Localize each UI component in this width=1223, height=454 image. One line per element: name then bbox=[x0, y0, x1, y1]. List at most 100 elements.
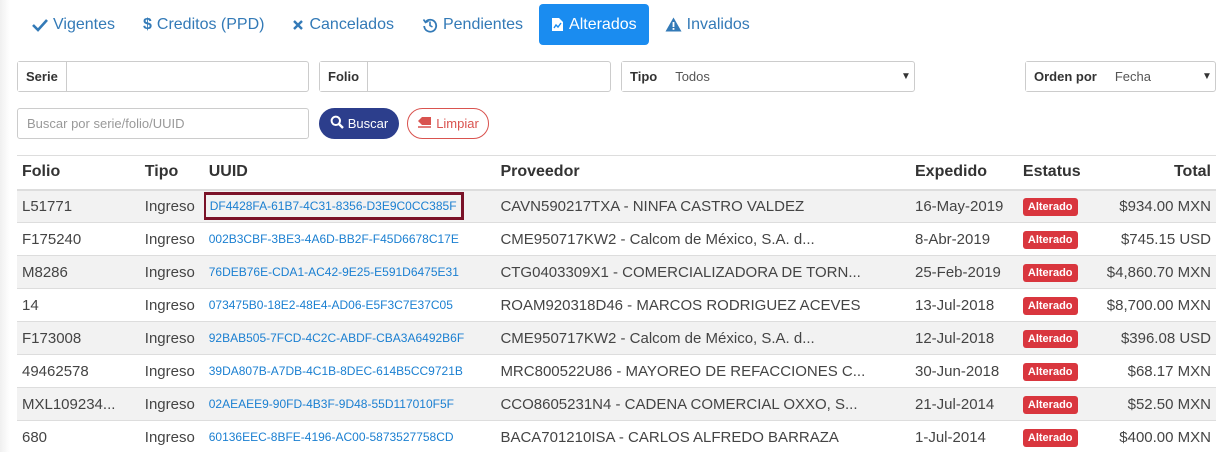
folio-cell: F173008 bbox=[17, 321, 140, 355]
tipo-label: Tipo bbox=[622, 62, 666, 91]
orden-label: Orden por bbox=[1026, 62, 1105, 91]
tipo-cell: Ingreso bbox=[139, 189, 204, 223]
serie-input[interactable] bbox=[67, 62, 308, 91]
tab-label: Cancelados bbox=[309, 15, 394, 33]
status-badge: Alterado bbox=[1022, 428, 1078, 447]
proveedor-cell: BACA701210ISA - CARLOS ALFREDO BARRAZA bbox=[495, 420, 910, 454]
table-row[interactable]: F175240 Ingreso 002B3CBF-3BE3-4A6D-BB2F-… bbox=[17, 222, 1216, 256]
column-header-uuid[interactable]: UUID bbox=[203, 155, 496, 191]
file-alert-icon bbox=[551, 17, 564, 32]
total-cell: $396.08 USD bbox=[1101, 321, 1216, 355]
column-header-expedido[interactable]: Expedido bbox=[910, 155, 1018, 191]
status-badge: Alterado bbox=[1022, 197, 1078, 216]
folio-field: Folio bbox=[319, 61, 611, 92]
tipo-select[interactable]: Tipo Todos ▼ bbox=[621, 61, 915, 92]
expedido-cell: 21-Jul-2014 bbox=[910, 387, 1018, 421]
proveedor-cell: CAVN590217TXA - NINFA CASTRO VALDEZ bbox=[495, 189, 910, 223]
times-icon bbox=[292, 19, 304, 31]
tipo-cell: Ingreso bbox=[139, 321, 204, 355]
check-icon bbox=[32, 18, 48, 32]
tipo-cell: Ingreso bbox=[139, 222, 204, 256]
column-header-total[interactable]: Total bbox=[1101, 155, 1216, 191]
tab-alterados[interactable]: Alterados bbox=[539, 4, 649, 45]
table-row[interactable]: F173008 Ingreso 92BAB505-7FCD-4C2C-ABDF-… bbox=[17, 321, 1216, 355]
folio-input[interactable] bbox=[368, 62, 610, 91]
tab-cancelados[interactable]: Cancelados bbox=[280, 4, 406, 45]
total-cell: $745.15 USD bbox=[1101, 222, 1216, 256]
tipo-cell: Ingreso bbox=[139, 255, 204, 289]
total-cell: $934.00 MXN bbox=[1101, 189, 1216, 223]
folio-cell: MXL109234... bbox=[17, 387, 140, 421]
tab-pendientes[interactable]: Pendientes bbox=[410, 4, 535, 45]
table-row[interactable]: 680 Ingreso 60136EEC-8BFE-4196-AC00-5873… bbox=[17, 420, 1216, 454]
estatus-cell: Alterado bbox=[1017, 354, 1102, 388]
column-header-folio[interactable]: Folio bbox=[17, 155, 140, 191]
folio-cell: F175240 bbox=[17, 222, 140, 256]
status-badge: Alterado bbox=[1022, 395, 1078, 414]
table-row[interactable]: 49462578 Ingreso 39DA807B-A7DB-4C1B-8DEC… bbox=[17, 354, 1216, 388]
expedido-cell: 13-Jul-2018 bbox=[910, 288, 1018, 322]
total-cell: $52.50 MXN bbox=[1101, 387, 1216, 421]
table-row[interactable]: 14 Ingreso 073475B0-18E2-48E4-AD06-E5F3C… bbox=[17, 288, 1216, 322]
serie-field: Serie bbox=[17, 61, 309, 92]
uuid-link[interactable]: 92BAB505-7FCD-4C2C-ABDF-CBA3A6492B6F bbox=[203, 321, 496, 355]
tab-label: Creditos (PPD) bbox=[156, 15, 265, 33]
tab-label: Pendientes bbox=[442, 15, 524, 33]
search-icon bbox=[330, 115, 348, 132]
folio-cell: 49462578 bbox=[17, 354, 140, 388]
expedido-cell: 30-Jun-2018 bbox=[910, 354, 1018, 388]
search-button[interactable]: Buscar bbox=[319, 108, 399, 139]
table-row[interactable]: M8286 Ingreso 76DEB76E-CDA1-AC42-9E25-E5… bbox=[17, 255, 1216, 289]
search-button-label: Buscar bbox=[347, 116, 389, 131]
estatus-cell: Alterado bbox=[1017, 189, 1102, 223]
proveedor-cell: CCO8605231N4 - CADENA COMERCIAL OXXO, S.… bbox=[495, 387, 910, 421]
status-badge: Alterado bbox=[1022, 230, 1078, 249]
estatus-cell: Alterado bbox=[1017, 387, 1102, 421]
status-tabs: Vigentes $ Creditos (PPD) Cancelados Pen… bbox=[20, 4, 766, 45]
table-row[interactable]: L51771 Ingreso DF4428FA-61B7-4C31-8356-D… bbox=[17, 189, 1216, 223]
uuid-link[interactable]: 76DEB76E-CDA1-AC42-9E25-E591D6475E31 bbox=[203, 255, 496, 289]
uuid-link[interactable]: 39DA807B-A7DB-4C1B-8DEC-614B5CC9721B bbox=[203, 354, 496, 388]
invoices-table: Folio Tipo UUID Proveedor Expedido Estat… bbox=[17, 155, 1216, 454]
status-badge: Alterado bbox=[1022, 296, 1078, 315]
folio-cell: M8286 bbox=[17, 255, 140, 289]
total-cell: $68.17 MXN bbox=[1101, 354, 1216, 388]
search-input[interactable]: Buscar por serie/folio/UUID bbox=[17, 108, 309, 139]
tab-creditos[interactable]: $ Creditos (PPD) bbox=[131, 4, 276, 45]
orden-value: Fecha bbox=[1114, 69, 1151, 84]
proveedor-cell: MRC800522U86 - MAYOREO DE REFACCIONES C.… bbox=[495, 354, 910, 388]
uuid-link[interactable]: 073475B0-18E2-48E4-AD06-E5F3C7E37C05 bbox=[203, 288, 496, 322]
history-icon bbox=[422, 17, 438, 33]
table-row[interactable]: MXL109234... Ingreso 02AEAEE9-90FD-4B3F-… bbox=[17, 387, 1216, 421]
status-badge: Alterado bbox=[1022, 329, 1078, 348]
dollar-icon: $ bbox=[142, 15, 152, 33]
column-header-proveedor[interactable]: Proveedor bbox=[495, 155, 910, 191]
estatus-cell: Alterado bbox=[1017, 321, 1102, 355]
clear-button[interactable]: Limpiar bbox=[407, 108, 489, 139]
chevron-down-icon: ▼ bbox=[901, 71, 911, 82]
chevron-down-icon: ▼ bbox=[1202, 71, 1212, 82]
column-header-estatus[interactable]: Estatus bbox=[1017, 155, 1102, 191]
folio-cell: 680 bbox=[17, 420, 140, 454]
estatus-cell: Alterado bbox=[1017, 222, 1102, 256]
expedido-cell: 8-Abr-2019 bbox=[910, 222, 1018, 256]
tab-vigentes[interactable]: Vigentes bbox=[20, 4, 127, 45]
orden-select[interactable]: Orden por Fecha ▼ bbox=[1025, 61, 1216, 92]
clear-button-label: Limpiar bbox=[436, 116, 479, 131]
status-badge: Alterado bbox=[1022, 362, 1078, 381]
uuid-link[interactable]: 60136EEC-8BFE-4196-AC00-5873527758CD bbox=[203, 420, 496, 454]
warning-icon bbox=[665, 17, 682, 32]
tipo-value: Todos bbox=[675, 69, 710, 84]
column-header-tipo[interactable]: Tipo bbox=[139, 155, 204, 191]
uuid-link-highlighted[interactable]: DF4428FA-61B7-4C31-8356-D3E9C0CC385F bbox=[203, 192, 464, 221]
uuid-link[interactable]: 02AEAEE9-90FD-4B3F-9D48-55D117010F5F bbox=[203, 387, 496, 421]
tipo-cell: Ingreso bbox=[139, 354, 204, 388]
tab-invalidos[interactable]: Invalidos bbox=[653, 4, 762, 45]
expedido-cell: 1-Jul-2014 bbox=[910, 420, 1018, 454]
tipo-cell: Ingreso bbox=[139, 288, 204, 322]
estatus-cell: Alterado bbox=[1017, 255, 1102, 289]
folio-cell: 14 bbox=[17, 288, 140, 322]
total-cell: $400.00 MXN bbox=[1101, 420, 1216, 454]
status-badge: Alterado bbox=[1022, 263, 1078, 282]
uuid-link[interactable]: 002B3CBF-3BE3-4A6D-BB2F-F45D6678C17E bbox=[203, 222, 496, 256]
